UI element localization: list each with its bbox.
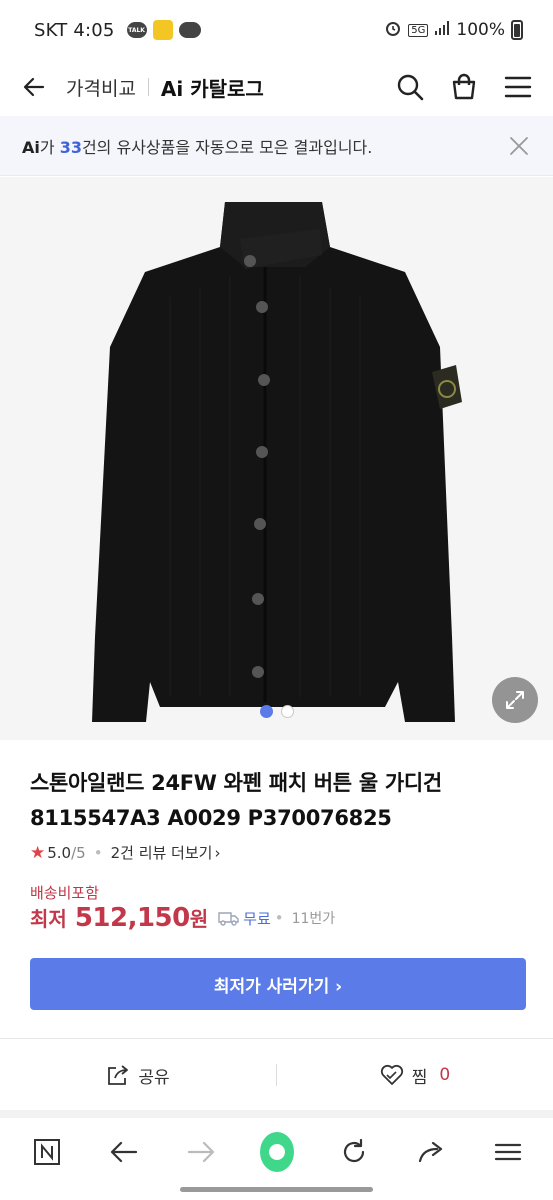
wish-label: 찜 [411, 1067, 428, 1088]
star-icon: ★ [30, 842, 46, 863]
browser-menu-button[interactable] [491, 1135, 525, 1169]
free-shipping: 무료 • 11번가 [218, 908, 335, 929]
top-navigation: 가격비교 Ai 카탈로그 [0, 60, 553, 114]
chat-notification-icon [178, 22, 201, 38]
carousel-dot-2[interactable] [280, 705, 294, 718]
search-button[interactable] [395, 72, 425, 102]
hamburger-menu-icon [504, 76, 532, 98]
naver-n-icon [34, 1139, 60, 1165]
banner-close-button[interactable] [507, 134, 531, 158]
home-indicator[interactable] [180, 1187, 373, 1192]
nav-divider [147, 78, 149, 96]
ai-banner-prefix: 가 [39, 137, 60, 157]
browser-back-icon [110, 1141, 137, 1163]
price-row: 최저 512,150 원 무료 • 11번가 [30, 903, 335, 933]
kakaotalk-icon: TALK [126, 22, 147, 38]
refresh-button[interactable] [337, 1135, 371, 1169]
status-time: SKT 4:05 [34, 19, 115, 41]
share-label: 공유 [138, 1067, 170, 1088]
shopping-bag-icon [452, 73, 476, 100]
browser-bottom-bar [0, 1118, 553, 1200]
divider [0, 1038, 553, 1039]
browser-share-icon [419, 1141, 443, 1163]
back-button[interactable] [20, 73, 48, 101]
separator-dot: • [93, 843, 103, 862]
status-bar: SKT 4:05 TALK 5G 100% [0, 0, 553, 60]
naver-home-button[interactable] [30, 1135, 64, 1169]
rating-row: ★ 5.0 /5 • 2건 리뷰 더보기 › [30, 842, 220, 863]
alarm-icon [384, 19, 402, 42]
browser-forward-button[interactable] [184, 1135, 218, 1169]
browser-share-button[interactable] [414, 1135, 448, 1169]
lowest-price: 512,150 [74, 903, 190, 933]
battery-percent: 100% [456, 20, 505, 40]
seller-name: 11번가 [291, 911, 336, 927]
close-icon [510, 136, 528, 155]
price-unit: 원 [189, 907, 209, 931]
ai-banner-suffix: 건의 유사상품을 자동으로 모은 결과입니다. [81, 137, 373, 157]
nav-title-ai-catalog: Ai 카탈로그 [160, 76, 264, 101]
product-title: 스톤아일랜드 24FW 와펜 패치 버튼 울 가디건 8115547A3 A00… [30, 771, 442, 830]
review-link[interactable]: 2건 리뷰 더보기 [111, 842, 213, 863]
battery-icon [511, 20, 523, 40]
ai-banner-text: Ai가 33건의 유사상품을 자동으로 모은 결과입니다. [22, 134, 372, 158]
buy-lowest-price-button[interactable]: 최저가 사러가기 › [30, 958, 526, 1010]
product-photo [92, 202, 462, 722]
similar-count: 33 [59, 137, 82, 157]
network-label: 5G [408, 23, 429, 37]
shipping-included-label: 배송비포함 [30, 884, 100, 902]
carousel-indicator [0, 705, 553, 718]
search-icon [397, 74, 424, 101]
refresh-icon [344, 1138, 365, 1163]
signal-icon [434, 20, 450, 41]
section-divider [0, 1110, 553, 1118]
ai-result-banner: Ai가 33건의 유사상품을 자동으로 모은 결과입니다. [0, 116, 553, 176]
lowest-price-label: 최저 [30, 907, 67, 931]
action-row: 공유 찜 0 [0, 1040, 553, 1110]
back-arrow-icon [23, 77, 45, 97]
product-image-carousel[interactable] [0, 177, 553, 740]
ai-logo: Ai [22, 137, 40, 157]
cart-button[interactable] [449, 72, 479, 102]
wish-button[interactable]: 찜 0 [277, 1063, 553, 1088]
share-button[interactable]: 공유 [0, 1063, 276, 1088]
free-shipping-label: 무료 [243, 909, 271, 928]
heart-icon [380, 1064, 403, 1085]
chevron-right-icon: › [214, 843, 221, 862]
nav-title-price-compare[interactable]: 가격비교 [66, 74, 136, 101]
share-icon [108, 1065, 129, 1085]
menu-button[interactable] [503, 72, 533, 102]
wish-count: 0 [439, 1065, 451, 1085]
truck-icon [218, 912, 239, 926]
naver-green-dot-icon [260, 1132, 295, 1172]
rating-value: 5.0 [47, 843, 72, 862]
browser-forward-icon [187, 1141, 214, 1163]
browser-back-button[interactable] [107, 1135, 141, 1169]
separator-dot: • [274, 909, 284, 927]
rating-max: /5 [71, 843, 86, 862]
browser-menu-icon [494, 1143, 522, 1161]
carousel-dot-1[interactable] [259, 705, 273, 718]
app-notification-icon [152, 20, 173, 40]
naver-green-button[interactable] [260, 1132, 295, 1172]
